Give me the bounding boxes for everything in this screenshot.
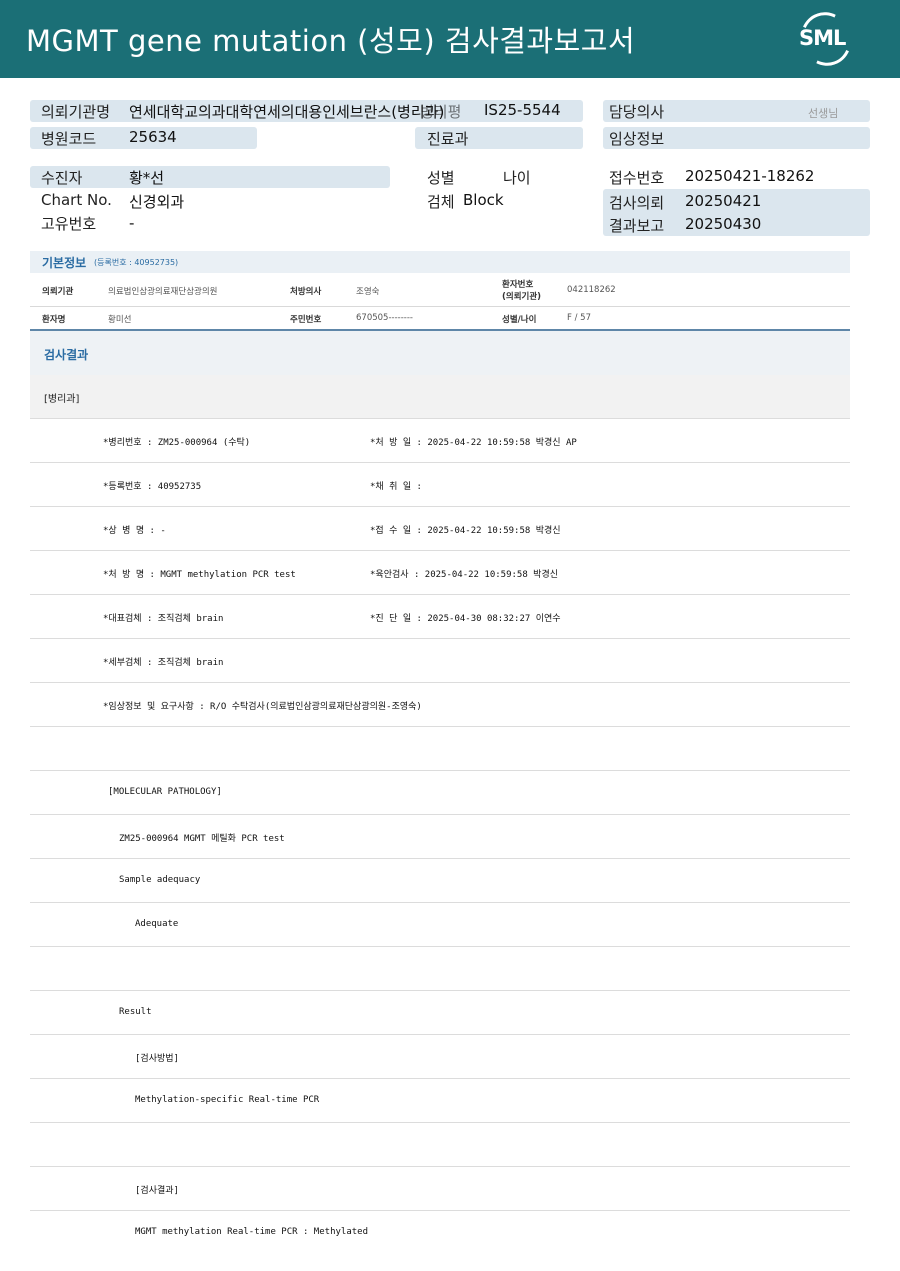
logo-text: SML xyxy=(799,26,846,50)
result-left: Result xyxy=(119,1007,152,1017)
basic-info-header: 기본정보 (등록번호 : 40952735) xyxy=(30,251,850,273)
result-right: *채 취 일 : xyxy=(370,482,422,492)
basic-info-subtitle: (등록번호 : 40952735) xyxy=(94,258,179,267)
result-row: [MOLECULAR PATHOLOGY] xyxy=(30,771,850,815)
result-right: *육안검사 : 2025-04-22 10:59:58 박경신 xyxy=(370,570,559,580)
result-row: Result xyxy=(30,991,850,1035)
info-key: 의뢰기관 xyxy=(42,287,74,297)
result-right: *진 단 일 : 2025-04-30 08:32:27 이연수 xyxy=(370,614,561,624)
info-key: 환자번호 xyxy=(502,280,534,290)
result-row: *대표검체 : 조직검체 brain *진 단 일 : 2025-04-30 08… xyxy=(30,595,850,639)
institution-overlap-text: 병리평 xyxy=(420,103,462,121)
doctor-label: 담당의사 xyxy=(609,103,665,121)
unique-label: 고유번호 xyxy=(41,215,97,233)
result-right: *처 방 일 : 2025-04-22 10:59:58 박경신 AP xyxy=(370,438,577,448)
info-value: 황미선 xyxy=(108,315,132,325)
request-label: 검사의뢰 xyxy=(609,194,665,212)
chart-label: Chart No. xyxy=(41,191,112,209)
result-left: *상 병 명 : - xyxy=(103,526,166,536)
result-left: Sample adequacy xyxy=(119,875,201,885)
basic-info-title: 기본정보 xyxy=(42,256,87,270)
result-row: *등록번호 : 40952735 *채 취 일 : xyxy=(30,463,850,507)
results-header: 검사결과 xyxy=(30,329,850,376)
info-key: 처방의사 xyxy=(290,287,322,297)
chart-value: 신경외과 xyxy=(129,193,185,211)
doctor-suffix: 선생님 xyxy=(808,107,839,120)
clinic-label: 진료과 xyxy=(427,130,469,148)
report-label: 결과보고 xyxy=(609,217,665,235)
info-value: 042118262 xyxy=(567,285,616,295)
hospital-code-value: 25634 xyxy=(129,128,177,146)
request-value: 20250421 xyxy=(685,192,762,210)
patient-label: 수진자 xyxy=(41,169,83,187)
institution-label: 의뢰기관명 xyxy=(41,103,111,121)
info-key: 성별/나이 xyxy=(502,315,537,325)
specimen-value: Block xyxy=(463,191,504,209)
result-row: *처 방 명 : MGMT methylation PCR test *육안검사 … xyxy=(30,551,850,595)
result-left: *병리번호 : ZM25-000964 (수탁) xyxy=(103,438,251,448)
info-key: 환자명 xyxy=(42,315,66,325)
result-left: [검사방법] xyxy=(135,1054,179,1064)
receipt-label: 접수번호 xyxy=(609,169,665,187)
result-left: *처 방 명 : MGMT methylation PCR test xyxy=(103,570,296,580)
department-label: [병리과] xyxy=(44,394,80,405)
result-row: *병리번호 : ZM25-000964 (수탁) *처 방 일 : 2025-04… xyxy=(30,419,850,463)
basic-info-row-1: 의뢰기관 의료법인삼광의료재단삼광의원 처방의사 조영숙 환자번호 (의뢰기관)… xyxy=(30,274,850,307)
info-key: 주민번호 xyxy=(290,315,322,325)
basic-info-row-2: 환자명 황미선 주민번호 670505-------- 성별/나이 F / 57 xyxy=(30,307,850,329)
result-row: ZM25-000964 MGMT 메틸화 PCR test xyxy=(30,815,850,859)
clinical-label: 임상정보 xyxy=(609,130,665,148)
result-row: [검사방법] xyxy=(30,1035,850,1079)
department-row: [병리과] xyxy=(30,375,850,419)
result-right: *접 수 일 : 2025-04-22 10:59:58 박경신 xyxy=(370,526,561,536)
is-number: IS25-5544 xyxy=(484,101,561,119)
result-row: Sample adequacy xyxy=(30,859,850,903)
result-row: *상 병 명 : - *접 수 일 : 2025-04-22 10:59:58 박… xyxy=(30,507,850,551)
hospital-code-label: 병원코드 xyxy=(41,130,97,148)
result-row: MGMT methylation Real-time PCR : Methyla… xyxy=(30,1211,850,1254)
specimen-label: 검체 xyxy=(427,193,455,211)
receipt-value: 20250421-18262 xyxy=(685,167,815,185)
result-row: Adequate xyxy=(30,903,850,947)
report-value: 20250430 xyxy=(685,215,762,233)
result-row-empty xyxy=(30,1123,850,1167)
institution-value: 연세대학교의과대학연세의대용인세브란스(병리과) xyxy=(129,103,445,121)
info-value: 의료법인삼광의료재단삼광의원 xyxy=(108,287,218,297)
gender-label: 성별 xyxy=(427,169,455,187)
patient-value: 황*선 xyxy=(129,169,165,187)
result-left: *등록번호 : 40952735 xyxy=(103,482,202,492)
sml-logo: SML xyxy=(793,5,859,73)
result-left: *대표검체 : 조직검체 brain xyxy=(103,614,224,624)
info-value: F / 57 xyxy=(567,313,591,323)
result-row-empty xyxy=(30,727,850,771)
report-title: MGMT gene mutation (성모) 검사결과보고서 xyxy=(26,24,636,58)
result-row: *세부검체 : 조직검체 brain xyxy=(30,639,850,683)
info-value: 670505-------- xyxy=(356,313,413,323)
age-label: 나이 xyxy=(503,169,531,187)
result-left: *세부검체 : 조직검체 brain xyxy=(103,658,224,668)
result-left: [검사결과] xyxy=(135,1186,179,1196)
unique-value: - xyxy=(129,214,135,232)
result-left: Adequate xyxy=(135,919,179,929)
result-left: ZM25-000964 MGMT 메틸화 PCR test xyxy=(119,834,285,844)
info-key: (의뢰기관) xyxy=(502,292,542,302)
result-left: [MOLECULAR PATHOLOGY] xyxy=(108,787,222,797)
result-row: [검사결과] xyxy=(30,1167,850,1211)
info-value: 조영숙 xyxy=(356,287,380,297)
patient-bar xyxy=(30,166,390,188)
report-header: MGMT gene mutation (성모) 검사결과보고서 SML xyxy=(0,0,900,78)
result-row-empty xyxy=(30,947,850,991)
result-row: *임상정보 및 요구사항 : R/O 수탁검사(의료법인삼광의료재단삼광의원-조… xyxy=(30,683,850,727)
result-left: Methylation-specific Real-time PCR xyxy=(135,1095,320,1105)
results-title: 검사결과 xyxy=(44,348,89,362)
result-row: Methylation-specific Real-time PCR xyxy=(30,1079,850,1123)
result-left: MGMT methylation Real-time PCR : Methyla… xyxy=(135,1227,368,1237)
result-left: *임상정보 및 요구사항 : R/O 수탁검사(의료법인삼광의료재단삼광의원-조… xyxy=(103,702,422,712)
